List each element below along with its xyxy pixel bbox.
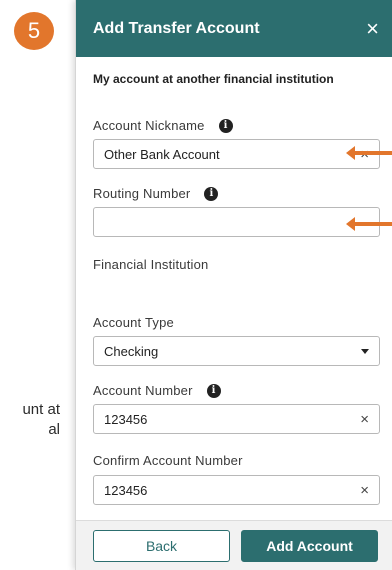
back-button[interactable]: Back xyxy=(93,529,230,562)
background-page-text: unt at al xyxy=(0,400,60,440)
info-icon[interactable]: i xyxy=(206,383,221,398)
account-nickname-value: Other Bank Account xyxy=(104,146,220,162)
confirm-account-number-label: Confirm Account Number xyxy=(93,453,243,468)
account-nickname-label: Account Nickname i xyxy=(93,118,233,133)
account-nickname-input[interactable]: Other Bank Account × xyxy=(93,139,380,169)
add-transfer-account-modal: Add Transfer Account × My account at ano… xyxy=(75,0,392,570)
modal-body: My account at another financial institut… xyxy=(76,57,392,520)
add-account-button[interactable]: Add Account xyxy=(241,529,378,562)
account-type-label: Account Type xyxy=(93,315,174,330)
account-number-value: 123456 xyxy=(104,411,148,427)
account-number-input[interactable]: 123456 × xyxy=(93,404,380,434)
routing-number-label: Routing Number i xyxy=(93,186,219,201)
background-text-line: al xyxy=(48,421,60,438)
financial-institution-label: Financial Institution xyxy=(93,257,209,272)
step-number-badge: 5 xyxy=(14,12,54,50)
clear-icon[interactable]: × xyxy=(360,482,369,499)
background-text-line: unt at xyxy=(22,401,60,418)
account-number-label-text: Account Number xyxy=(93,383,193,398)
modal-title: Add Transfer Account xyxy=(93,19,260,37)
annotation-arrow-icon xyxy=(346,217,392,231)
clear-icon[interactable]: × xyxy=(360,411,369,428)
annotation-arrow-icon xyxy=(346,146,392,160)
account-nickname-label-text: Account Nickname xyxy=(93,118,205,133)
modal-header: Add Transfer Account × xyxy=(76,0,392,57)
account-type-select[interactable]: Checking xyxy=(93,336,380,366)
confirm-account-number-input[interactable]: 123456 × xyxy=(93,475,380,505)
routing-number-input[interactable] xyxy=(93,207,380,237)
section-heading: My account at another financial institut… xyxy=(93,72,334,86)
info-icon[interactable]: i xyxy=(218,118,233,133)
modal-footer: Back Add Account xyxy=(76,520,392,570)
caret-down-icon xyxy=(361,348,369,354)
info-icon[interactable]: i xyxy=(204,186,219,201)
confirm-account-number-value: 123456 xyxy=(104,482,148,498)
close-icon[interactable]: × xyxy=(366,17,379,40)
account-type-value: Checking xyxy=(104,343,159,359)
routing-number-label-text: Routing Number xyxy=(93,186,191,201)
account-number-label: Account Number i xyxy=(93,383,221,398)
